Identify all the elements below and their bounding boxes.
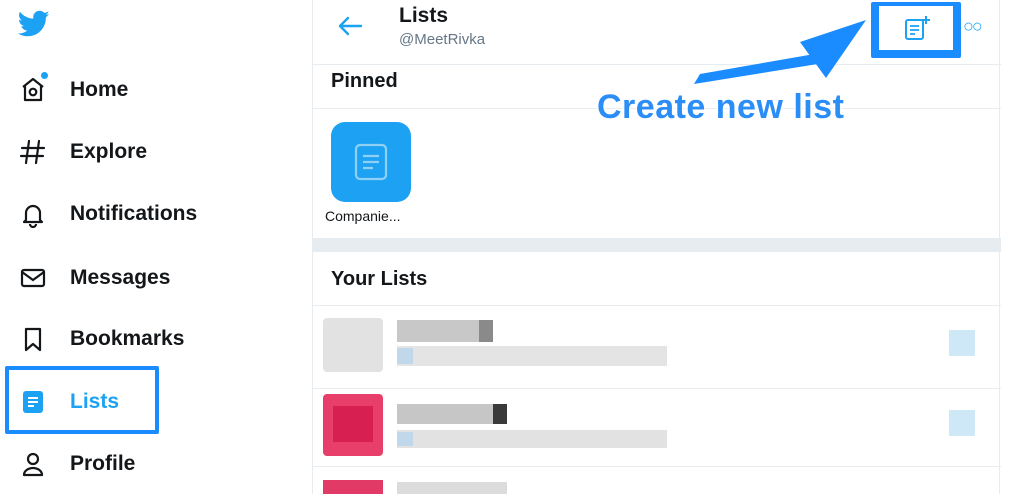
- sidebar-item-label: Notifications: [70, 202, 198, 225]
- blur-pixel: [479, 320, 493, 342]
- annotation-label: Create new list: [597, 88, 845, 126]
- bell-icon: [18, 199, 48, 229]
- sidebar-item-label: Messages: [70, 266, 171, 289]
- sidebar-item-label: Profile: [70, 452, 136, 475]
- blur-pixel: [493, 404, 507, 424]
- list-item[interactable]: [313, 470, 1001, 494]
- divider: [313, 466, 1001, 467]
- lists-highlight-box: [5, 366, 159, 434]
- sidebar-item-label: Home: [70, 78, 129, 101]
- pinned-list-tile[interactable]: [331, 122, 411, 202]
- blur-pixel: [397, 348, 413, 364]
- envelope-icon: [18, 263, 48, 293]
- bookmark-icon: [18, 324, 48, 354]
- list-description-blurred: [397, 346, 667, 366]
- sidebar-item-bookmarks[interactable]: Bookmarks: [18, 319, 184, 359]
- sidebar-item-profile[interactable]: Profile: [18, 444, 135, 484]
- list-item[interactable]: [313, 392, 1001, 456]
- list-description-blurred: [397, 430, 667, 448]
- list-name-blurred: [397, 404, 507, 424]
- list-document-icon: [353, 142, 389, 187]
- your-lists-section-title: Your Lists: [331, 268, 428, 290]
- list-item[interactable]: [313, 312, 1001, 376]
- create-list-highlight-box: [871, 2, 961, 58]
- sidebar-item-notifications[interactable]: Notifications: [18, 194, 197, 234]
- blur-pixel: [333, 406, 373, 442]
- hashtag-icon: [18, 137, 48, 167]
- page-title: Lists: [399, 4, 449, 27]
- new-list-icon: [903, 15, 931, 46]
- user-handle: @MeetRivka: [399, 31, 486, 48]
- sidebar-item-label: Explore: [70, 140, 148, 163]
- sidebar-item-explore[interactable]: Explore: [18, 132, 147, 172]
- divider: [313, 305, 1001, 306]
- notification-dot: [39, 70, 50, 81]
- blur-pixel: [397, 432, 413, 446]
- list-avatar: [323, 318, 383, 372]
- sidebar-item-messages[interactable]: Messages: [18, 258, 170, 298]
- list-avatar: [323, 480, 383, 494]
- twitter-logo-icon[interactable]: [17, 10, 50, 40]
- page-header: Lists @MeetRivka ○○: [313, 0, 1001, 65]
- sidebar-item-label: Bookmarks: [70, 327, 185, 350]
- pinned-section-title: Pinned: [331, 70, 398, 92]
- section-spacer: [313, 238, 1001, 252]
- more-options-icon[interactable]: ○○: [963, 16, 983, 37]
- divider: [313, 388, 1001, 389]
- create-list-button[interactable]: [879, 6, 953, 50]
- person-icon: [18, 449, 48, 479]
- list-pin-icon[interactable]: [949, 330, 975, 356]
- list-pin-icon[interactable]: [949, 410, 975, 436]
- back-arrow-icon[interactable]: [335, 14, 363, 38]
- pinned-list-label[interactable]: Companie...: [325, 208, 400, 224]
- list-name-blurred: [397, 482, 507, 494]
- sidebar-item-home[interactable]: Home: [18, 70, 128, 110]
- sidebar-nav: Home Explore Notifications Messages Book…: [0, 0, 312, 494]
- lists-main-column: Lists @MeetRivka ○○ Pinned Companie... Y…: [312, 0, 1001, 494]
